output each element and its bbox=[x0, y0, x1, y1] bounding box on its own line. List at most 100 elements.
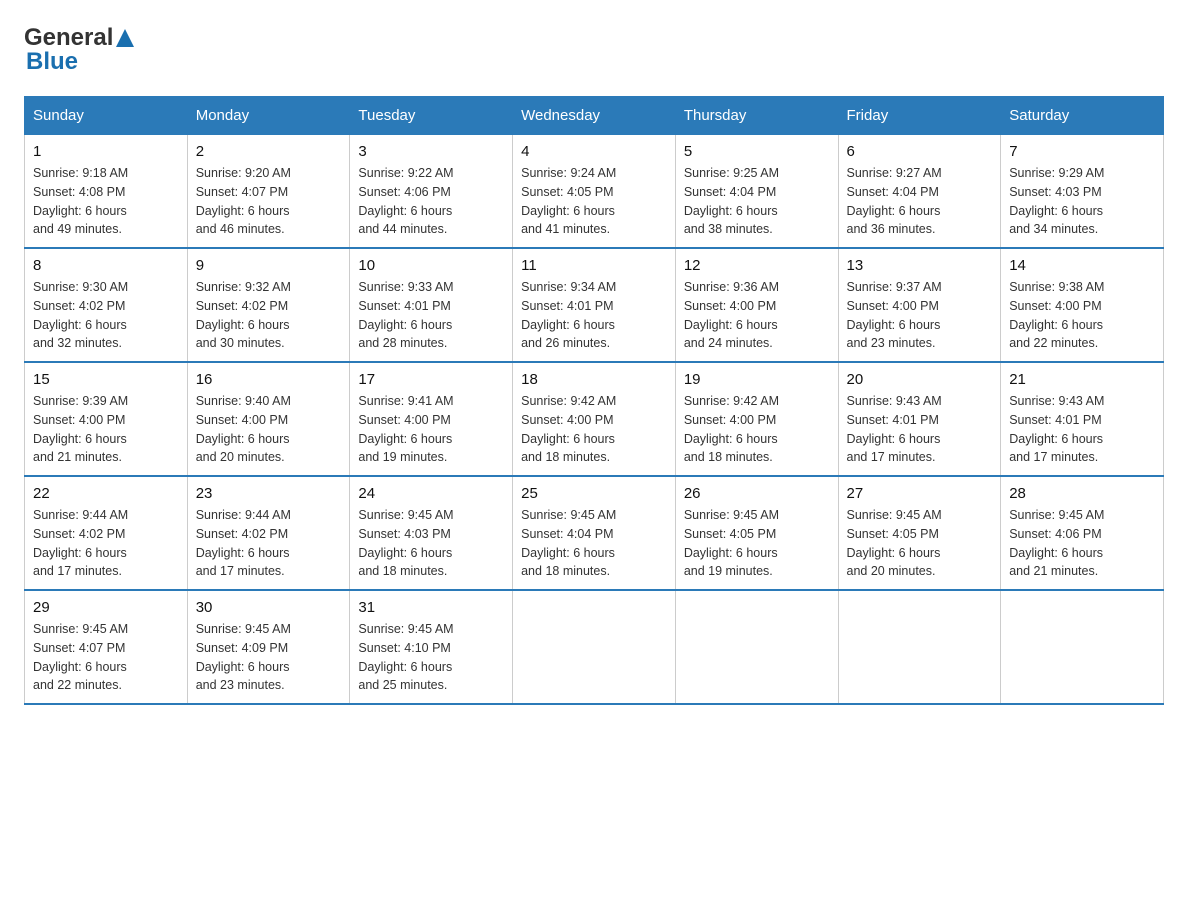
day-number: 11 bbox=[521, 257, 667, 274]
day-number: 22 bbox=[33, 485, 179, 502]
day-info: Sunrise: 9:45 AM Sunset: 4:04 PM Dayligh… bbox=[521, 506, 667, 581]
header-wednesday: Wednesday bbox=[513, 97, 676, 135]
day-info: Sunrise: 9:45 AM Sunset: 4:05 PM Dayligh… bbox=[684, 506, 830, 581]
day-info: Sunrise: 9:43 AM Sunset: 4:01 PM Dayligh… bbox=[1009, 392, 1155, 467]
calendar-cell: 10 Sunrise: 9:33 AM Sunset: 4:01 PM Dayli… bbox=[350, 248, 513, 362]
calendar-cell: 14Sunrise: 9:38 AM Sunset: 4:00 PM Dayli… bbox=[1001, 248, 1164, 362]
calendar-cell: 29Sunrise: 9:45 AM Sunset: 4:07 PM Dayli… bbox=[25, 590, 188, 704]
calendar-cell: 6 Sunrise: 9:27 AM Sunset: 4:04 PM Daylig… bbox=[838, 135, 1001, 249]
calendar-cell: 31 Sunrise: 9:45 AM Sunset: 4:10 PM Dayli… bbox=[350, 590, 513, 704]
day-info: Sunrise: 9:40 AM Sunset: 4:00 PM Dayligh… bbox=[196, 392, 342, 467]
day-info: Sunrise: 9:36 AM Sunset: 4:00 PM Dayligh… bbox=[684, 278, 830, 353]
calendar-cell: 23 Sunrise: 9:44 AM Sunset: 4:02 PM Dayli… bbox=[187, 476, 350, 590]
day-info: Sunrise: 9:30 AM Sunset: 4:02 PM Dayligh… bbox=[33, 278, 179, 353]
day-info: Sunrise: 9:43 AM Sunset: 4:01 PM Dayligh… bbox=[847, 392, 993, 467]
calendar-week-5: 29Sunrise: 9:45 AM Sunset: 4:07 PM Dayli… bbox=[25, 590, 1164, 704]
calendar-cell: 11 Sunrise: 9:34 AM Sunset: 4:01 PM Dayli… bbox=[513, 248, 676, 362]
calendar-cell: 27 Sunrise: 9:45 AM Sunset: 4:05 PM Dayli… bbox=[838, 476, 1001, 590]
day-info: Sunrise: 9:27 AM Sunset: 4:04 PM Dayligh… bbox=[847, 164, 993, 239]
day-number: 30 bbox=[196, 599, 342, 616]
day-info: Sunrise: 9:20 AM Sunset: 4:07 PM Dayligh… bbox=[196, 164, 342, 239]
calendar-cell bbox=[513, 590, 676, 704]
day-number: 27 bbox=[847, 485, 993, 502]
calendar-cell: 21Sunrise: 9:43 AM Sunset: 4:01 PM Dayli… bbox=[1001, 362, 1164, 476]
day-number: 15 bbox=[33, 371, 179, 388]
logo-arrow-icon bbox=[116, 29, 134, 47]
day-number: 5 bbox=[684, 143, 830, 160]
calendar-cell bbox=[838, 590, 1001, 704]
day-info: Sunrise: 9:18 AM Sunset: 4:08 PM Dayligh… bbox=[33, 164, 179, 239]
calendar-cell: 3Sunrise: 9:22 AM Sunset: 4:06 PM Daylig… bbox=[350, 135, 513, 249]
day-number: 9 bbox=[196, 257, 342, 274]
calendar-cell: 22 Sunrise: 9:44 AM Sunset: 4:02 PM Dayli… bbox=[25, 476, 188, 590]
logo-blue-label: Blue bbox=[26, 48, 78, 75]
header-friday: Friday bbox=[838, 97, 1001, 135]
header-monday: Monday bbox=[187, 97, 350, 135]
day-number: 25 bbox=[521, 485, 667, 502]
day-info: Sunrise: 9:44 AM Sunset: 4:02 PM Dayligh… bbox=[33, 506, 179, 581]
day-info: Sunrise: 9:33 AM Sunset: 4:01 PM Dayligh… bbox=[358, 278, 504, 353]
day-number: 18 bbox=[521, 371, 667, 388]
calendar-cell: 17 Sunrise: 9:41 AM Sunset: 4:00 PM Dayli… bbox=[350, 362, 513, 476]
calendar-cell: 18 Sunrise: 9:42 AM Sunset: 4:00 PM Dayli… bbox=[513, 362, 676, 476]
day-info: Sunrise: 9:34 AM Sunset: 4:01 PM Dayligh… bbox=[521, 278, 667, 353]
calendar-cell: 4 Sunrise: 9:24 AM Sunset: 4:05 PM Daylig… bbox=[513, 135, 676, 249]
day-number: 16 bbox=[196, 371, 342, 388]
calendar-cell: 30 Sunrise: 9:45 AM Sunset: 4:09 PM Dayli… bbox=[187, 590, 350, 704]
day-number: 14 bbox=[1009, 257, 1155, 274]
day-number: 24 bbox=[358, 485, 504, 502]
calendar-cell: 16 Sunrise: 9:40 AM Sunset: 4:00 PM Dayli… bbox=[187, 362, 350, 476]
day-info: Sunrise: 9:32 AM Sunset: 4:02 PM Dayligh… bbox=[196, 278, 342, 353]
calendar-cell: 20 Sunrise: 9:43 AM Sunset: 4:01 PM Dayli… bbox=[838, 362, 1001, 476]
calendar-week-2: 8 Sunrise: 9:30 AM Sunset: 4:02 PM Daylig… bbox=[25, 248, 1164, 362]
header-thursday: Thursday bbox=[675, 97, 838, 135]
day-info: Sunrise: 9:29 AM Sunset: 4:03 PM Dayligh… bbox=[1009, 164, 1155, 239]
calendar-week-3: 15Sunrise: 9:39 AM Sunset: 4:00 PM Dayli… bbox=[25, 362, 1164, 476]
day-info: Sunrise: 9:42 AM Sunset: 4:00 PM Dayligh… bbox=[684, 392, 830, 467]
calendar-cell: 19Sunrise: 9:42 AM Sunset: 4:00 PM Dayli… bbox=[675, 362, 838, 476]
day-number: 2 bbox=[196, 143, 342, 160]
logo-line2: Blue bbox=[26, 48, 78, 76]
day-number: 12 bbox=[684, 257, 830, 274]
calendar-cell: 5 Sunrise: 9:25 AM Sunset: 4:04 PM Daylig… bbox=[675, 135, 838, 249]
day-number: 4 bbox=[521, 143, 667, 160]
day-info: Sunrise: 9:42 AM Sunset: 4:00 PM Dayligh… bbox=[521, 392, 667, 467]
day-info: Sunrise: 9:24 AM Sunset: 4:05 PM Dayligh… bbox=[521, 164, 667, 239]
calendar-cell: 24 Sunrise: 9:45 AM Sunset: 4:03 PM Dayli… bbox=[350, 476, 513, 590]
calendar-cell: 12 Sunrise: 9:36 AM Sunset: 4:00 PM Dayli… bbox=[675, 248, 838, 362]
day-info: Sunrise: 9:44 AM Sunset: 4:02 PM Dayligh… bbox=[196, 506, 342, 581]
day-info: Sunrise: 9:37 AM Sunset: 4:00 PM Dayligh… bbox=[847, 278, 993, 353]
logo: General Blue bbox=[24, 24, 134, 76]
day-info: Sunrise: 9:41 AM Sunset: 4:00 PM Dayligh… bbox=[358, 392, 504, 467]
calendar-cell bbox=[675, 590, 838, 704]
calendar-cell: 8 Sunrise: 9:30 AM Sunset: 4:02 PM Daylig… bbox=[25, 248, 188, 362]
calendar-cell: 13Sunrise: 9:37 AM Sunset: 4:00 PM Dayli… bbox=[838, 248, 1001, 362]
calendar-header-row: SundayMondayTuesdayWednesdayThursdayFrid… bbox=[25, 97, 1164, 135]
day-number: 3 bbox=[358, 143, 504, 160]
day-number: 31 bbox=[358, 599, 504, 616]
calendar-cell: 15Sunrise: 9:39 AM Sunset: 4:00 PM Dayli… bbox=[25, 362, 188, 476]
calendar-cell: 7 Sunrise: 9:29 AM Sunset: 4:03 PM Daylig… bbox=[1001, 135, 1164, 249]
day-number: 23 bbox=[196, 485, 342, 502]
day-number: 7 bbox=[1009, 143, 1155, 160]
calendar-cell: 9 Sunrise: 9:32 AM Sunset: 4:02 PM Daylig… bbox=[187, 248, 350, 362]
day-number: 1 bbox=[33, 143, 179, 160]
day-info: Sunrise: 9:45 AM Sunset: 4:07 PM Dayligh… bbox=[33, 620, 179, 695]
day-number: 26 bbox=[684, 485, 830, 502]
calendar-cell: 1 Sunrise: 9:18 AM Sunset: 4:08 PM Daylig… bbox=[25, 135, 188, 249]
day-info: Sunrise: 9:25 AM Sunset: 4:04 PM Dayligh… bbox=[684, 164, 830, 239]
calendar-cell: 25 Sunrise: 9:45 AM Sunset: 4:04 PM Dayli… bbox=[513, 476, 676, 590]
day-number: 10 bbox=[358, 257, 504, 274]
calendar-cell: 28Sunrise: 9:45 AM Sunset: 4:06 PM Dayli… bbox=[1001, 476, 1164, 590]
day-number: 28 bbox=[1009, 485, 1155, 502]
day-info: Sunrise: 9:45 AM Sunset: 4:10 PM Dayligh… bbox=[358, 620, 504, 695]
day-info: Sunrise: 9:45 AM Sunset: 4:09 PM Dayligh… bbox=[196, 620, 342, 695]
day-number: 8 bbox=[33, 257, 179, 274]
day-number: 17 bbox=[358, 371, 504, 388]
day-info: Sunrise: 9:45 AM Sunset: 4:03 PM Dayligh… bbox=[358, 506, 504, 581]
day-info: Sunrise: 9:45 AM Sunset: 4:05 PM Dayligh… bbox=[847, 506, 993, 581]
day-number: 6 bbox=[847, 143, 993, 160]
calendar-week-1: 1 Sunrise: 9:18 AM Sunset: 4:08 PM Daylig… bbox=[25, 135, 1164, 249]
page-header: General Blue bbox=[24, 24, 1164, 76]
day-number: 20 bbox=[847, 371, 993, 388]
